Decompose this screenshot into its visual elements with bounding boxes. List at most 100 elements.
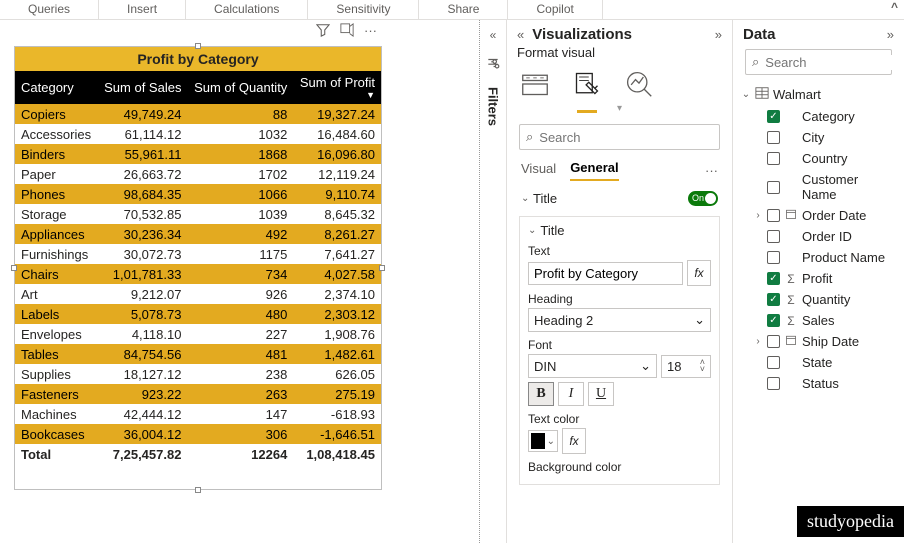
- table-visual[interactable]: ··· Profit by Category Category Sum of S…: [14, 46, 382, 490]
- expand-pane-icon[interactable]: »: [887, 27, 894, 42]
- resize-handle[interactable]: [11, 265, 17, 271]
- table-row[interactable]: Tables84,754.564811,482.61: [15, 344, 381, 364]
- build-visual-icon[interactable]: [521, 70, 549, 101]
- table-row[interactable]: Accessories61,114.12103216,484.60: [15, 124, 381, 144]
- table-row[interactable]: Machines42,444.12147-618.93: [15, 404, 381, 424]
- field-item[interactable]: Category: [741, 106, 896, 127]
- ribbon: Queries Insert Calculations Sensitivity …: [0, 0, 904, 20]
- report-canvas[interactable]: ··· Profit by Category Category Sum of S…: [0, 20, 479, 543]
- expand-filters-icon[interactable]: «: [490, 28, 497, 42]
- field-item[interactable]: Status: [741, 373, 896, 394]
- field-checkbox[interactable]: [767, 314, 780, 327]
- field-checkbox[interactable]: [767, 181, 780, 194]
- field-item[interactable]: City: [741, 127, 896, 148]
- underline-button[interactable]: U: [588, 382, 614, 406]
- field-checkbox[interactable]: [767, 251, 780, 264]
- field-item[interactable]: State: [741, 352, 896, 373]
- col-header[interactable]: Sum of Profit▼: [293, 71, 381, 104]
- chevron-down-icon[interactable]: ⌄: [741, 89, 751, 100]
- ribbon-tab[interactable]: Sensitivity: [308, 0, 419, 19]
- font-size-input[interactable]: 18˄˅: [661, 355, 711, 378]
- table-row[interactable]: Furnishings30,072.7311757,641.27: [15, 244, 381, 264]
- field-checkbox[interactable]: [767, 272, 780, 285]
- field-item[interactable]: ›Order Date: [741, 205, 896, 226]
- table-row[interactable]: Copiers49,749.248819,327.24: [15, 104, 381, 124]
- field-item[interactable]: Country: [741, 148, 896, 169]
- tab-general[interactable]: General: [570, 160, 618, 181]
- more-options-icon[interactable]: ···: [364, 23, 377, 40]
- font-select[interactable]: DIN⌄: [528, 354, 657, 378]
- table-row[interactable]: Phones98,684.3510669,110.74: [15, 184, 381, 204]
- ribbon-tab[interactable]: Share: [419, 0, 508, 19]
- italic-button[interactable]: I: [558, 382, 584, 406]
- filter-icon[interactable]: [486, 56, 500, 73]
- col-header[interactable]: Sum of Quantity: [187, 71, 293, 104]
- field-checkbox[interactable]: [767, 335, 780, 348]
- format-visual-icon[interactable]: [573, 70, 601, 101]
- table-row[interactable]: Appliances30,236.344928,261.27: [15, 224, 381, 244]
- resize-handle[interactable]: [195, 43, 201, 49]
- table-node[interactable]: ⌄ Walmart: [741, 83, 896, 106]
- field-item[interactable]: ›Ship Date: [741, 331, 896, 352]
- ribbon-tab[interactable]: Queries: [0, 0, 99, 19]
- table-row[interactable]: Paper26,663.72170212,119.24: [15, 164, 381, 184]
- field-checkbox[interactable]: [767, 230, 780, 243]
- col-header[interactable]: Category: [15, 71, 98, 104]
- title-text-input[interactable]: [528, 262, 683, 285]
- chevron-down-icon[interactable]: ⌄: [528, 225, 536, 236]
- field-item[interactable]: Product Name: [741, 247, 896, 268]
- analytics-icon[interactable]: [625, 70, 653, 101]
- expand-pane-icon[interactable]: »: [715, 27, 722, 42]
- field-item[interactable]: Customer Name: [741, 169, 896, 205]
- title-toggle[interactable]: On: [688, 191, 718, 206]
- chevron-down-icon[interactable]: ⌄: [521, 193, 533, 204]
- more-options-icon[interactable]: ···: [705, 163, 718, 178]
- field-checkbox[interactable]: [767, 209, 780, 222]
- col-header[interactable]: Sum of Sales: [98, 71, 188, 104]
- data-search[interactable]: ⌕: [745, 49, 892, 75]
- ribbon-tab[interactable]: Calculations: [186, 0, 308, 19]
- field-checkbox[interactable]: [767, 131, 780, 144]
- field-name: Sales: [802, 313, 835, 328]
- filter-icon[interactable]: [316, 23, 330, 40]
- search-input[interactable]: [539, 130, 715, 145]
- expand-icon[interactable]: ›: [753, 336, 763, 347]
- fx-button[interactable]: fx: [562, 428, 586, 454]
- ribbon-collapse-icon[interactable]: ^: [885, 0, 904, 19]
- collapse-pane-icon[interactable]: «: [517, 27, 524, 42]
- text-color-picker[interactable]: ⌄: [528, 430, 558, 452]
- table-row[interactable]: Bookcases36,004.12306-1,646.51: [15, 424, 381, 444]
- field-checkbox[interactable]: [767, 293, 780, 306]
- table-row[interactable]: Labels5,078.734802,303.12: [15, 304, 381, 324]
- table-row[interactable]: Storage70,532.8510398,645.32: [15, 204, 381, 224]
- resize-handle[interactable]: [379, 265, 385, 271]
- field-checkbox[interactable]: [767, 110, 780, 123]
- fx-button[interactable]: fx: [687, 260, 711, 286]
- expand-icon[interactable]: ›: [753, 210, 763, 221]
- table-row[interactable]: Supplies18,127.12238626.05: [15, 364, 381, 384]
- field-item[interactable]: Order ID: [741, 226, 896, 247]
- table-row[interactable]: Art9,212.079262,374.10: [15, 284, 381, 304]
- field-checkbox[interactable]: [767, 356, 780, 369]
- format-search[interactable]: ⌕: [519, 124, 720, 150]
- table-row[interactable]: Envelopes4,118.102271,908.76: [15, 324, 381, 344]
- table-row[interactable]: Chairs1,01,781.337344,027.58: [15, 264, 381, 284]
- ribbon-tab[interactable]: Insert: [99, 0, 186, 19]
- focus-mode-icon[interactable]: [340, 23, 354, 40]
- field-item[interactable]: ΣProfit: [741, 268, 896, 289]
- bold-button[interactable]: B: [528, 382, 554, 406]
- filters-label[interactable]: Filters: [486, 87, 501, 126]
- resize-handle[interactable]: [195, 487, 201, 493]
- field-checkbox[interactable]: [767, 377, 780, 390]
- section-title[interactable]: Title: [533, 191, 557, 206]
- field-item[interactable]: ΣQuantity: [741, 289, 896, 310]
- field-item[interactable]: ΣSales: [741, 310, 896, 331]
- tab-visual[interactable]: Visual: [521, 161, 556, 180]
- field-checkbox[interactable]: [767, 152, 780, 165]
- ribbon-tab[interactable]: Copilot: [508, 0, 602, 19]
- search-input[interactable]: [765, 55, 904, 70]
- heading-select[interactable]: Heading 2⌄: [528, 308, 711, 332]
- field-label: Text color: [528, 412, 711, 426]
- table-row[interactable]: Fasteners923.22263275.19: [15, 384, 381, 404]
- table-row[interactable]: Binders55,961.11186816,096.80: [15, 144, 381, 164]
